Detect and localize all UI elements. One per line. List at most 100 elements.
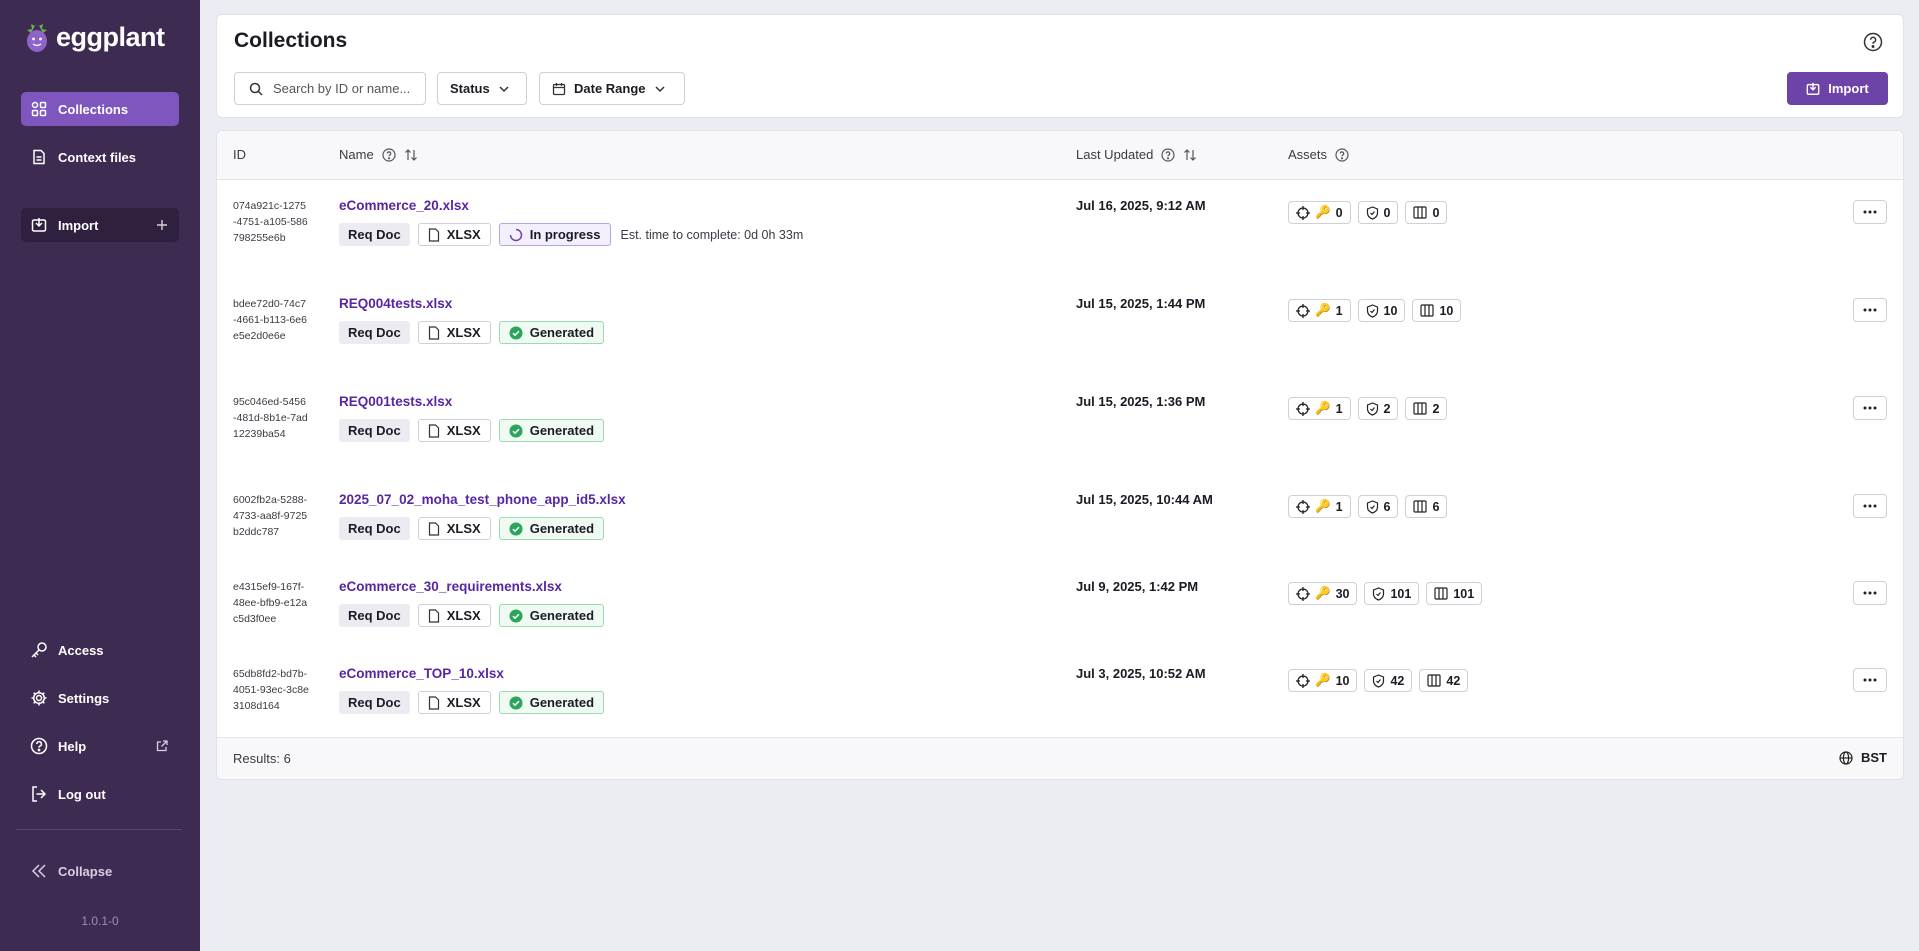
file-icon: [428, 325, 440, 340]
collapse-button[interactable]: Collapse: [21, 854, 179, 888]
status-dropdown-label: Status: [450, 81, 490, 96]
columns-icon: [1420, 304, 1435, 317]
target-icon: [1296, 673, 1310, 688]
sidebar-item-context-files[interactable]: Context files: [21, 140, 179, 174]
file-icon: [428, 608, 440, 623]
row-name-link[interactable]: REQ004tests.xlsx: [339, 296, 452, 311]
status-badge: Generated: [498, 419, 605, 442]
format-tag: XLSX: [417, 691, 491, 714]
search-icon: [249, 82, 263, 96]
sidebar-item-collections[interactable]: Collections: [21, 92, 179, 126]
asset-scenarios: 10: [1357, 299, 1406, 322]
key-gold-icon: 🔑: [1315, 673, 1331, 687]
row-actions-button[interactable]: [1853, 200, 1887, 224]
gear-icon: [30, 689, 48, 707]
asset-tests: 6: [1405, 495, 1448, 518]
sidebar-item-label: Collections: [58, 101, 129, 117]
timezone-selector[interactable]: BST: [1839, 750, 1887, 765]
row-id: bdee72d0-74c7-4661-b113-6e6e5e2d0e6e: [233, 298, 307, 342]
column-header-last-updated[interactable]: Last Updated: [1076, 147, 1197, 162]
row-actions-button[interactable]: [1853, 581, 1887, 605]
asset-tests: 2: [1405, 397, 1448, 420]
spinner-icon: [509, 228, 523, 242]
search-box[interactable]: [234, 72, 426, 105]
grid-icon: [30, 100, 48, 118]
date-range-dropdown[interactable]: Date Range: [539, 72, 685, 105]
sidebar-item-access[interactable]: Access: [21, 633, 179, 667]
help-icon[interactable]: [1863, 32, 1883, 52]
key-gold-icon: 🔑: [1315, 205, 1331, 219]
assets-group: 🔑 1 2 2: [1288, 397, 1448, 420]
key-gold-icon: 🔑: [1315, 499, 1331, 513]
logo[interactable]: eggplant: [22, 20, 165, 54]
sidebar-item-help[interactable]: Help: [21, 729, 179, 763]
row-last-updated: Jul 9, 2025, 1:42 PM: [1076, 579, 1199, 594]
format-tag: XLSX: [417, 223, 491, 246]
row-last-updated: Jul 16, 2025, 9:12 AM: [1076, 198, 1206, 213]
columns-icon: [1427, 674, 1441, 687]
row-actions-button[interactable]: [1853, 396, 1887, 420]
info-icon[interactable]: [1335, 147, 1349, 162]
row-name-link[interactable]: eCommerce_20.xlsx: [339, 198, 469, 213]
row-name-link[interactable]: eCommerce_TOP_10.xlsx: [339, 666, 504, 681]
header-card: Collections Status Date Range Import: [216, 14, 1904, 118]
import-button[interactable]: Import: [1787, 72, 1888, 105]
status-badge: Generated: [498, 321, 605, 344]
asset-scenarios: 42: [1364, 669, 1413, 692]
assets-group: 🔑 1 6 6: [1288, 495, 1448, 518]
sidebar-item-logout[interactable]: Log out: [21, 777, 179, 811]
ellipsis-icon: [1863, 504, 1877, 508]
sidebar-item-settings[interactable]: Settings: [21, 681, 179, 715]
sort-icon[interactable]: [1183, 148, 1197, 162]
document-icon: [30, 148, 48, 166]
row-name-link[interactable]: REQ001tests.xlsx: [339, 394, 452, 409]
target-icon: [1296, 205, 1310, 220]
row-actions-button[interactable]: [1853, 298, 1887, 322]
shield-icon: [1372, 586, 1385, 601]
info-icon[interactable]: [382, 147, 396, 162]
file-icon: [428, 227, 440, 242]
est-time: Est. time to complete: 0d 0h 33m: [620, 227, 804, 242]
status-badge: In progress: [498, 223, 611, 246]
search-input[interactable]: [273, 81, 423, 96]
row-actions-button[interactable]: [1853, 668, 1887, 692]
status-badge: Generated: [498, 691, 605, 714]
row-id: 074a921c-1275-4751-a105-586798255e6b: [233, 200, 308, 244]
target-icon: [1296, 303, 1310, 318]
import-icon: [1806, 82, 1820, 96]
row-last-updated: Jul 15, 2025, 10:44 AM: [1076, 492, 1213, 507]
format-tag: XLSX: [417, 419, 491, 442]
double-chevron-left-icon: [30, 862, 48, 880]
globe-icon: [1839, 750, 1853, 765]
shield-icon: [1366, 205, 1379, 220]
row-name-link[interactable]: eCommerce_30_requirements.xlsx: [339, 579, 562, 594]
ellipsis-icon: [1863, 678, 1877, 682]
asset-tests: 10: [1412, 299, 1462, 322]
asset-tests: 42: [1419, 669, 1469, 692]
results-count: Results: 6: [233, 751, 291, 766]
assets-group: 🔑 30 101 101: [1288, 582, 1483, 605]
plus-icon[interactable]: [153, 216, 171, 234]
sidebar-item-label: Log out: [58, 786, 106, 802]
target-icon: [1296, 499, 1310, 514]
key-gold-icon: 🔑: [1315, 401, 1331, 415]
sidebar-divider: [16, 829, 182, 830]
column-header-name[interactable]: Name: [339, 147, 418, 162]
sort-icon[interactable]: [404, 148, 418, 162]
asset-requirements: 🔑 10: [1288, 669, 1358, 692]
logout-icon: [30, 785, 48, 803]
status-dropdown[interactable]: Status: [437, 72, 527, 105]
sidebar-item-import[interactable]: Import: [21, 208, 179, 242]
columns-icon: [1413, 500, 1428, 513]
format-tag: XLSX: [417, 604, 491, 627]
row-name-link[interactable]: 2025_07_02_moha_test_phone_app_id5.xlsx: [339, 492, 626, 507]
eggplant-icon: [27, 22, 47, 52]
info-icon[interactable]: [1161, 147, 1175, 162]
row-actions-button[interactable]: [1853, 494, 1887, 518]
asset-scenarios: 0: [1357, 201, 1399, 224]
import-icon: [30, 216, 48, 234]
key-icon: [30, 641, 48, 659]
row-id: 65db8fd2-bd7b-4051-93ec-3c8e3108d164: [233, 668, 309, 712]
row-last-updated: Jul 3, 2025, 10:52 AM: [1076, 666, 1206, 681]
assets-group: 🔑 1 10 10: [1288, 299, 1462, 322]
